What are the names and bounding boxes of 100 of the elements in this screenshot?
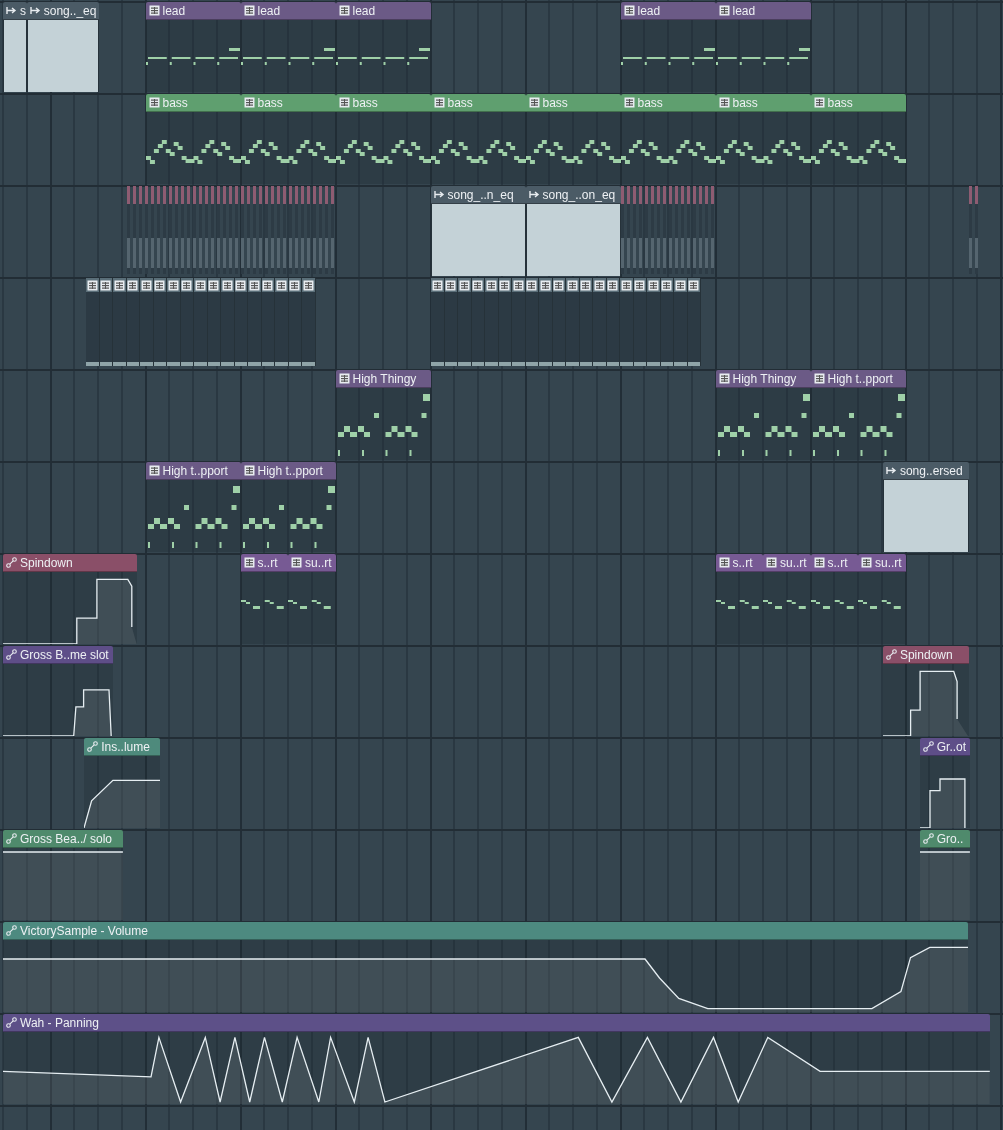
audio-clip[interactable]: s bbox=[3, 2, 27, 92]
clip-header[interactable]: High t..pport bbox=[240, 462, 336, 480]
clip-header[interactable]: bass bbox=[525, 94, 621, 112]
mini-pattern-clips[interactable] bbox=[86, 278, 316, 366]
clip-header[interactable]: song.._eq bbox=[26, 2, 100, 20]
clip-label: lead bbox=[257, 4, 281, 17]
piano-roll-icon bbox=[445, 279, 457, 291]
clip-label: Spindown bbox=[899, 648, 953, 661]
clip-label: lead bbox=[162, 4, 186, 17]
clip-header[interactable]: Spindown bbox=[882, 646, 970, 664]
clip-header[interactable]: s bbox=[3, 2, 27, 20]
piano-roll-icon bbox=[813, 373, 825, 384]
clip-header[interactable]: bass bbox=[335, 94, 431, 112]
piano-roll-icon bbox=[243, 5, 255, 16]
clip-header[interactable]: High t..pport bbox=[810, 370, 906, 388]
piano-roll-icon bbox=[620, 279, 632, 291]
clip-header[interactable]: bass bbox=[145, 94, 241, 112]
clip-label: s..rt bbox=[732, 556, 753, 569]
clip-header[interactable]: Gross B..me slot bbox=[3, 646, 114, 664]
clip-header[interactable]: s..rt bbox=[240, 554, 288, 572]
clip-label: Gross B..me slot bbox=[20, 648, 109, 661]
piano-roll-icon bbox=[512, 279, 524, 291]
clip-header[interactable]: song..ersed bbox=[882, 462, 970, 480]
clip-label: bass bbox=[637, 96, 663, 109]
piano-roll-icon bbox=[528, 97, 540, 108]
clip-label: song.._eq bbox=[43, 4, 97, 17]
piano-roll-icon bbox=[813, 557, 825, 568]
piano-roll-icon bbox=[813, 97, 825, 108]
clip-label: bass bbox=[257, 96, 283, 109]
piano-roll-icon bbox=[243, 97, 255, 108]
piano-roll-icon bbox=[113, 279, 125, 291]
clip-label: High t..pport bbox=[257, 464, 323, 477]
clip-label: su..rt bbox=[780, 556, 807, 569]
clip-header[interactable]: Gross Bea../ solo bbox=[3, 830, 123, 848]
clip-label: High t..pport bbox=[162, 464, 228, 477]
waveform-arrow-icon bbox=[29, 5, 41, 16]
automation-link-icon bbox=[6, 833, 17, 844]
piano-roll-icon bbox=[526, 279, 538, 291]
clip-label: s..rt bbox=[257, 556, 278, 569]
clip-header[interactable]: Wah - Panning bbox=[3, 1014, 990, 1032]
clip-header[interactable]: su..rt bbox=[763, 554, 811, 572]
clip-header[interactable]: lead bbox=[335, 2, 431, 20]
piano-roll-icon bbox=[718, 373, 730, 384]
clip-header[interactable]: Gr..ot bbox=[919, 738, 970, 756]
clip-header[interactable]: s..rt bbox=[810, 554, 858, 572]
clip-label: s..rt bbox=[827, 556, 848, 569]
clip-header[interactable]: su..rt bbox=[858, 554, 906, 572]
audio-clip[interactable]: song.._eq bbox=[26, 2, 100, 92]
piano-roll-icon bbox=[127, 279, 139, 291]
mini-pattern-clips[interactable] bbox=[431, 278, 701, 366]
piano-roll-icon bbox=[148, 465, 160, 476]
waveform-arrow-icon bbox=[885, 465, 897, 476]
clip-label: Wah - Panning bbox=[20, 1016, 99, 1029]
clip-header[interactable]: lead bbox=[715, 2, 811, 20]
piano-roll-icon bbox=[262, 279, 274, 291]
clip-header[interactable]: song_..on_eq bbox=[525, 186, 621, 204]
clip-header[interactable]: Ins..lume bbox=[84, 738, 161, 756]
sliced-audio-clips[interactable] bbox=[969, 186, 978, 274]
clip-header[interactable]: lead bbox=[620, 2, 716, 20]
sliced-audio-clips[interactable] bbox=[621, 186, 716, 274]
clip-header[interactable]: Gro.. bbox=[919, 830, 970, 848]
clip-header[interactable]: VictorySample - Volume bbox=[3, 922, 969, 940]
clip-header[interactable]: Spindown bbox=[3, 554, 138, 572]
piano-roll-icon bbox=[289, 279, 301, 291]
piano-roll-icon bbox=[338, 5, 350, 16]
clip-label: Ins..lume bbox=[101, 740, 150, 753]
piano-roll-icon bbox=[623, 97, 635, 108]
clip-header[interactable]: bass bbox=[240, 94, 336, 112]
piano-roll-icon bbox=[634, 279, 646, 291]
clip-header[interactable]: bass bbox=[715, 94, 811, 112]
piano-roll-icon bbox=[718, 557, 730, 568]
clip-label: Gross Bea../ solo bbox=[20, 832, 113, 845]
audio-clip[interactable]: song_..on_eq bbox=[525, 186, 621, 276]
clip-header[interactable]: lead bbox=[145, 2, 241, 20]
clip-header[interactable]: su..rt bbox=[288, 554, 336, 572]
clip-header[interactable]: bass bbox=[620, 94, 716, 112]
clip-label: High Thingy bbox=[732, 372, 797, 385]
clip-header[interactable]: High Thingy bbox=[715, 370, 811, 388]
piano-roll-icon bbox=[167, 279, 179, 291]
clip-label: VictorySample - Volume bbox=[20, 924, 148, 937]
piano-roll-icon bbox=[766, 557, 777, 568]
clip-header[interactable]: song_..n_eq bbox=[430, 186, 526, 204]
piano-roll-icon bbox=[861, 557, 872, 568]
clip-header[interactable]: bass bbox=[810, 94, 906, 112]
piano-roll-icon bbox=[499, 279, 511, 291]
piano-roll-icon bbox=[148, 5, 160, 16]
clip-label: Gr..ot bbox=[936, 740, 967, 753]
clip-header[interactable]: lead bbox=[240, 2, 336, 20]
automation-link-icon bbox=[6, 557, 17, 568]
clip-header[interactable]: High Thingy bbox=[335, 370, 431, 388]
clip-header[interactable]: bass bbox=[430, 94, 526, 112]
sliced-audio-clips[interactable] bbox=[127, 186, 336, 274]
piano-roll-icon bbox=[208, 279, 220, 291]
piano-roll-icon bbox=[302, 279, 314, 291]
clip-header[interactable]: s..rt bbox=[715, 554, 763, 572]
clip-label: bass bbox=[542, 96, 568, 109]
clip-header[interactable]: High t..pport bbox=[145, 462, 241, 480]
audio-clip[interactable]: song..ersed bbox=[882, 462, 970, 552]
audio-clip[interactable]: song_..n_eq bbox=[430, 186, 526, 276]
clip-label: su..rt bbox=[875, 556, 902, 569]
